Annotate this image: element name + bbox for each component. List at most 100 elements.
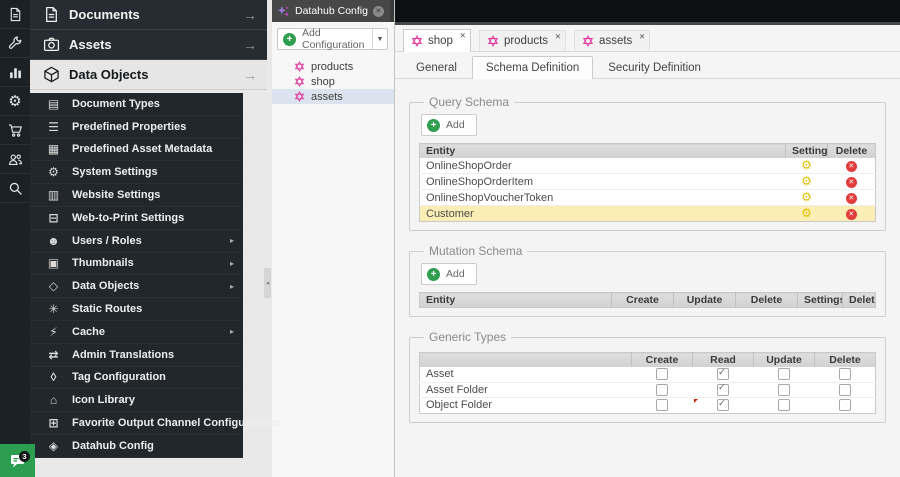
- delete-icon[interactable]: ✕: [845, 177, 857, 188]
- delete-icon[interactable]: ✕: [845, 161, 857, 172]
- tab-datahub-config[interactable]: Datahub Config ✕: [272, 0, 390, 22]
- close-icon[interactable]: ✕: [555, 32, 561, 41]
- create-checkbox[interactable]: [656, 399, 668, 412]
- menu-item-document-types[interactable]: ▤ Document Types: [30, 93, 243, 116]
- tree-item-shop[interactable]: shop: [272, 74, 394, 89]
- column-header-read[interactable]: Read: [692, 352, 754, 367]
- table-row[interactable]: OnlineShopVoucherToken ⚙ ✕: [419, 189, 876, 206]
- subtab-schema-definition[interactable]: Schema Definition: [471, 56, 594, 79]
- tree-item-assets[interactable]: assets: [272, 89, 394, 104]
- update-checkbox[interactable]: [778, 399, 790, 412]
- table-row[interactable]: Asset Folder: [419, 382, 876, 398]
- table-row[interactable]: OnlineShopOrder ⚙ ✕: [419, 158, 876, 174]
- search-icon[interactable]: [0, 174, 30, 203]
- add-configuration-button[interactable]: + Add Configuration ▼: [277, 27, 388, 51]
- menu-item-cache[interactable]: ⚡ Cache ▸: [30, 321, 243, 344]
- tab-products[interactable]: products ✕: [478, 30, 567, 51]
- menu-item-icon: ☰: [48, 119, 59, 134]
- column-header-delete[interactable]: Delete: [814, 352, 876, 367]
- menu-item-website-settings[interactable]: ▥ Website Settings: [30, 184, 243, 207]
- update-checkbox[interactable]: [778, 368, 790, 381]
- column-header-type[interactable]: [419, 352, 632, 367]
- tab-assets[interactable]: assets ✕: [574, 30, 651, 51]
- table-row[interactable]: Customer ⚙ ✕: [419, 205, 876, 222]
- menu-item-data-objects[interactable]: ◇ Data Objects ▸: [30, 275, 243, 298]
- menu-item-label: Cache: [72, 325, 106, 338]
- mutation-schema-fieldset: Mutation Schema + Add Entity Create Update…: [409, 244, 886, 317]
- menu-item-icon-library[interactable]: ⌂ Icon Library: [30, 389, 243, 412]
- delete-icon[interactable]: ✕: [845, 209, 857, 220]
- column-header-update[interactable]: Update: [753, 352, 815, 367]
- menu-item-icon: ▣: [47, 256, 60, 271]
- gear-icon[interactable]: ⚙: [0, 87, 30, 116]
- mutation-schema-add-button[interactable]: + Add: [421, 263, 477, 285]
- arrow-right-icon: →: [243, 36, 257, 53]
- close-icon[interactable]: ✕: [460, 31, 466, 40]
- column-header-update[interactable]: Update: [673, 292, 736, 308]
- table-row[interactable]: OnlineShopOrderItem ⚙ ✕: [419, 173, 876, 190]
- column-header-delete[interactable]: Delete: [842, 292, 876, 308]
- read-checkbox[interactable]: [717, 398, 729, 412]
- create-checkbox[interactable]: [656, 383, 668, 396]
- cart-icon[interactable]: [0, 116, 30, 145]
- chart-icon[interactable]: [0, 58, 30, 87]
- close-icon[interactable]: ✕: [372, 5, 384, 17]
- column-header-entity[interactable]: Entity: [419, 143, 786, 158]
- read-checkbox[interactable]: [717, 367, 729, 381]
- settings-gear-icon[interactable]: ⚙: [801, 174, 812, 188]
- table-row[interactable]: Asset: [419, 367, 876, 383]
- update-checkbox[interactable]: [778, 383, 790, 396]
- subtab-general[interactable]: General: [403, 58, 470, 78]
- schema-definition-content: Query Schema + Add Entity Settings Delet…: [395, 79, 900, 423]
- column-header-settings[interactable]: Settings: [797, 292, 843, 308]
- menu-item-system-settings[interactable]: ⚙ System Settings: [30, 161, 243, 184]
- menu-item-predefined-properties[interactable]: ☰ Predefined Properties: [30, 116, 243, 139]
- settings-gear-icon[interactable]: ⚙: [801, 190, 812, 204]
- tab-shop[interactable]: shop ✕: [403, 29, 471, 52]
- menu-item-tag-configuration[interactable]: ◊ Tag Configuration: [30, 367, 243, 390]
- menu-item-predefined-asset-metadata[interactable]: ▦ Predefined Asset Metadata: [30, 139, 243, 162]
- delete-checkbox[interactable]: [838, 383, 851, 396]
- sidebar-item-documents[interactable]: Documents →: [30, 0, 267, 30]
- menu-item-datahub-config[interactable]: ◈ Datahub Config: [30, 435, 243, 458]
- sidebar-item-data-objects[interactable]: Data Objects →: [30, 60, 267, 90]
- menu-item-thumbnails[interactable]: ▣ Thumbnails ▸: [30, 253, 243, 276]
- menu-item-users-roles[interactable]: ☻ Users / Roles ▸: [30, 230, 243, 253]
- delete-checkbox[interactable]: [838, 368, 851, 381]
- column-header-settings[interactable]: Settings: [785, 143, 828, 158]
- subtab-security-definition[interactable]: Security Definition: [595, 58, 714, 78]
- settings-gear-icon[interactable]: ⚙: [801, 158, 812, 172]
- wrench-icon[interactable]: [0, 29, 30, 58]
- query-schema-add-button[interactable]: + Add: [421, 114, 477, 136]
- plus-icon: +: [427, 118, 440, 132]
- delete-icon[interactable]: ✕: [845, 193, 857, 204]
- chat-button[interactable]: 3: [0, 444, 35, 477]
- column-header-create[interactable]: Create: [631, 352, 693, 367]
- menu-item-favorite-output-channel-configurations[interactable]: ⊞ Favorite Output Channel Configurations: [30, 412, 281, 435]
- settings-gear-icon[interactable]: ⚙: [801, 206, 812, 220]
- menu-item-web-to-print-settings[interactable]: ⊟ Web-to-Print Settings: [30, 207, 243, 230]
- query-schema-grid: Entity Settings Delete OnlineShopOrder ⚙…: [419, 143, 876, 222]
- tree-item-products[interactable]: products: [272, 59, 394, 74]
- read-checkbox[interactable]: [717, 382, 729, 396]
- sidebar-item-assets[interactable]: Assets →: [30, 30, 267, 60]
- camera-icon: [43, 36, 60, 53]
- entity-cell: OnlineShopVoucherToken: [419, 189, 786, 206]
- column-header-create[interactable]: Create: [611, 292, 674, 308]
- column-header-delete[interactable]: Delete: [735, 292, 798, 308]
- chevron-down-icon[interactable]: ▼: [371, 29, 387, 49]
- tab-label: assets: [599, 35, 633, 47]
- menu-item-label: Users / Roles: [72, 234, 142, 247]
- column-header-delete[interactable]: Delete: [827, 143, 876, 158]
- delete-checkbox[interactable]: [838, 399, 851, 412]
- datahub-tabbar: Datahub Config ✕: [272, 0, 394, 22]
- document-icon[interactable]: [0, 0, 30, 29]
- panel-collapse-handle[interactable]: ◂: [264, 268, 271, 298]
- users-icon[interactable]: [0, 145, 30, 174]
- table-row[interactable]: Object Folder: [419, 397, 876, 413]
- menu-item-static-routes[interactable]: ✳ Static Routes: [30, 298, 243, 321]
- column-header-entity[interactable]: Entity: [419, 292, 612, 308]
- close-icon[interactable]: ✕: [639, 32, 645, 41]
- menu-item-admin-translations[interactable]: ⇄ Admin Translations: [30, 344, 243, 367]
- create-checkbox[interactable]: [656, 368, 668, 381]
